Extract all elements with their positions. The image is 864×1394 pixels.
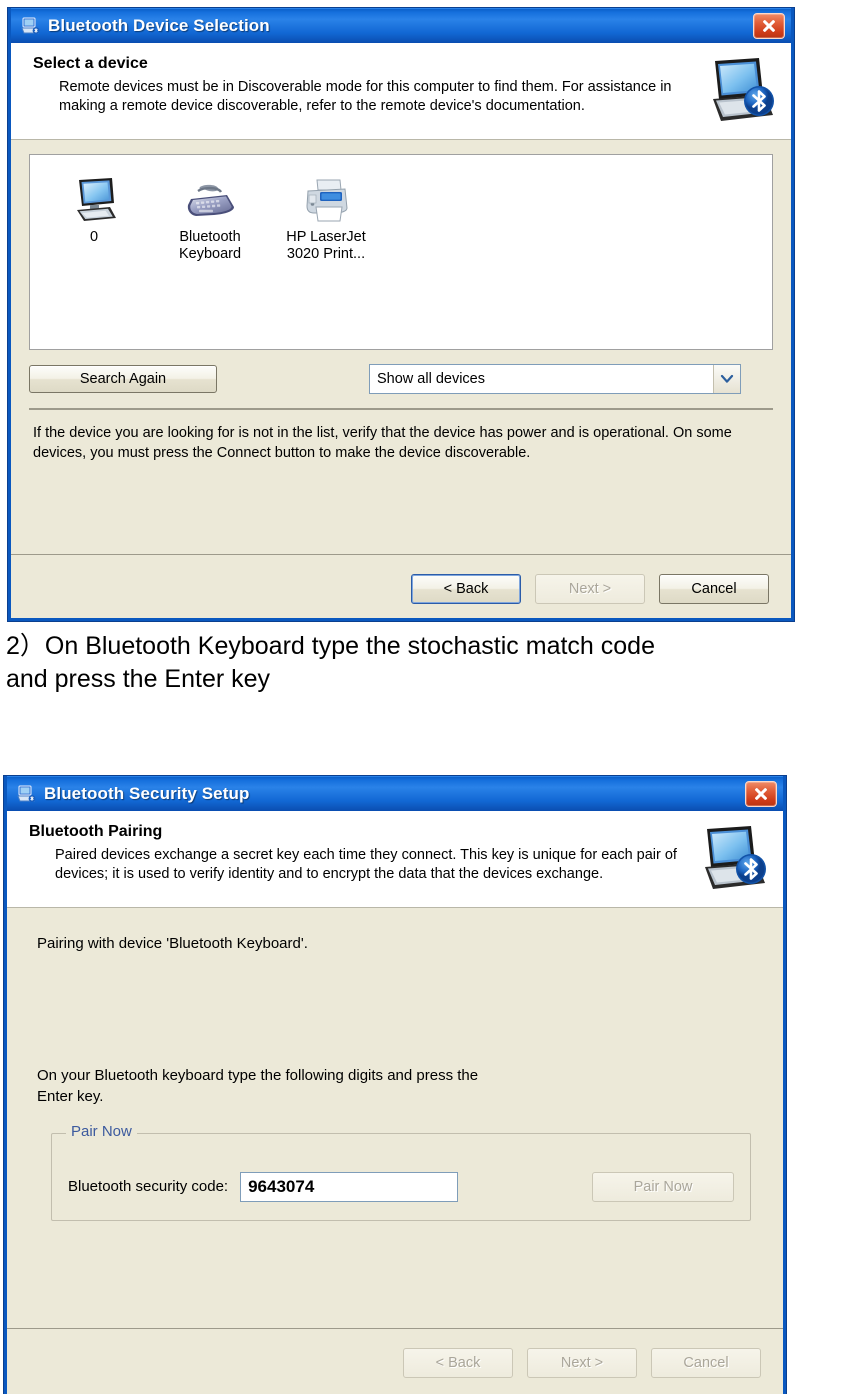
desktop-computer-icon	[36, 171, 152, 223]
cancel-button[interactable]: Cancel	[659, 574, 769, 604]
dialog1-title: Bluetooth Device Selection	[48, 16, 270, 35]
dialog2-title: Bluetooth Security Setup	[44, 784, 250, 803]
device-controls-row: Search Again Show all devices	[29, 364, 773, 394]
pair-now-button: Pair Now	[592, 1171, 734, 1202]
dialog2-header: Bluetooth Pairing Paired devices exchang…	[7, 811, 783, 908]
caption-line-1: 2）On Bluetooth Keyboard type the stochas…	[6, 632, 655, 660]
dialog1-body: 0 Bluetooth Keyboard HP LaserJet 3020 Pr…	[11, 140, 791, 463]
caption-line-2: and press the Enter key	[6, 664, 271, 693]
dialog1-titlebar: Bluetooth Device Selection	[11, 8, 791, 43]
instruction-caption: 2）On Bluetooth Keyboard type the stochas…	[4, 630, 864, 695]
dialog1-footer: < Back Next > Cancel	[11, 560, 791, 618]
printer-icon	[268, 171, 384, 223]
bluetooth-computer-icon	[16, 785, 36, 803]
search-again-button[interactable]: Search Again	[29, 365, 217, 393]
device-filter-value: Show all devices	[377, 371, 485, 387]
next-button: Next >	[535, 574, 645, 604]
laptop-bluetooth-icon	[703, 55, 777, 127]
laptop-bluetooth-icon	[695, 823, 769, 895]
dialog2-heading: Bluetooth Pairing	[29, 823, 163, 840]
security-code-row: Bluetooth security code: 9643074 Pair No…	[68, 1171, 734, 1202]
device-label: Bluetooth Keyboard	[178, 229, 242, 263]
instruction-line-1: On your Bluetooth keyboard type the foll…	[37, 1067, 479, 1085]
dialog2-body: Pairing with device 'Bluetooth Keyboard'…	[7, 908, 783, 1221]
security-code-label: Bluetooth security code:	[68, 1178, 229, 1196]
instruction-line-2: Enter key.	[37, 1087, 104, 1105]
dialog2-footer: < Back Next > Cancel	[7, 1334, 783, 1392]
bluetooth-security-setup-dialog: Bluetooth Security Setup Bluetooth Pairi…	[4, 776, 786, 1394]
close-icon[interactable]	[745, 781, 777, 807]
dialog1-heading: Select a device	[33, 55, 148, 72]
next-button: Next >	[527, 1348, 637, 1378]
device-label: 0	[89, 229, 99, 245]
pair-now-group-label: Pair Now	[66, 1122, 137, 1140]
footer-divider	[7, 1328, 783, 1329]
back-button: < Back	[403, 1348, 513, 1378]
bluetooth-device-selection-dialog: Bluetooth Device Selection Select a devi…	[8, 8, 794, 621]
device-item-1[interactable]: Bluetooth Keyboard	[152, 167, 268, 264]
document-page: Bluetooth Device Selection Select a devi…	[0, 0, 864, 1394]
dialog2-description: Paired devices exchange a secret key eac…	[55, 847, 677, 883]
back-button[interactable]: < Back	[411, 574, 521, 604]
device-label: HP LaserJet 3020 Print...	[286, 229, 366, 263]
keyboard-icon	[152, 171, 268, 223]
footer-divider	[11, 554, 791, 555]
chevron-down-icon[interactable]	[713, 365, 740, 393]
dialog1-help-text: If the device you are looking for is not…	[33, 425, 732, 461]
dialog1-header: Select a device Remote devices must be i…	[11, 43, 791, 140]
dialog2-titlebar: Bluetooth Security Setup	[7, 776, 783, 811]
device-filter-dropdown[interactable]: Show all devices	[369, 364, 741, 394]
device-item-0[interactable]: 0	[36, 167, 152, 246]
security-code-input[interactable]: 9643074	[240, 1171, 459, 1202]
device-item-2[interactable]: HP LaserJet 3020 Print...	[268, 167, 384, 264]
device-list[interactable]: 0 Bluetooth Keyboard HP LaserJet 3020 Pr…	[29, 154, 773, 350]
bluetooth-computer-icon	[20, 17, 40, 35]
cancel-button: Cancel	[651, 1348, 761, 1378]
pair-now-group: Pair Now Bluetooth security code: 964307…	[51, 1122, 751, 1221]
dialog1-description: Remote devices must be in Discoverable m…	[59, 79, 672, 115]
pairing-status-text: Pairing with device 'Bluetooth Keyboard'…	[37, 935, 308, 952]
close-icon[interactable]	[753, 13, 785, 39]
